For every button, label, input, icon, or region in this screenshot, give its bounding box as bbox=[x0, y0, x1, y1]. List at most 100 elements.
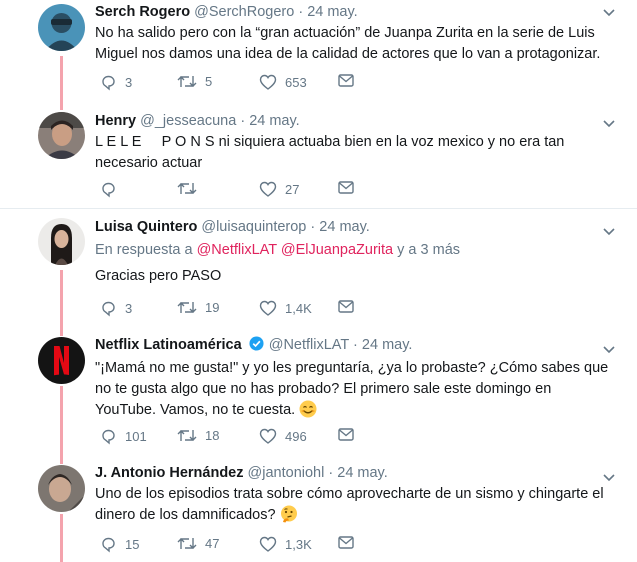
like-count: 27 bbox=[285, 181, 300, 197]
direct-message-button[interactable] bbox=[338, 536, 354, 549]
avatar[interactable] bbox=[38, 4, 85, 51]
like-button[interactable]: 653 bbox=[259, 74, 307, 90]
tweet-luisa-quintero[interactable]: Luisa Quintero @luisaquinterop · 24 may.… bbox=[0, 210, 637, 328]
direct-message-button[interactable] bbox=[338, 428, 354, 441]
reply-button[interactable]: 3 bbox=[100, 300, 132, 317]
dm-icon bbox=[338, 428, 354, 441]
tweet-netflix-latinoamerica[interactable]: Netflix Latinoamérica @NetflixLAT · 24 m… bbox=[0, 328, 637, 456]
retweet-icon bbox=[177, 300, 197, 315]
retweet-button[interactable]: 19 bbox=[177, 300, 219, 315]
like-icon bbox=[259, 181, 277, 197]
direct-message-button[interactable] bbox=[338, 300, 354, 313]
thread-line bbox=[60, 328, 63, 336]
thread-line bbox=[60, 514, 63, 562]
dm-icon bbox=[338, 536, 354, 549]
author-handle[interactable]: @jantoniohl bbox=[248, 465, 325, 481]
reply-count: 3 bbox=[125, 75, 133, 90]
reply-others[interactable]: y a 3 más bbox=[397, 242, 460, 258]
thread-line bbox=[60, 56, 63, 106]
reply-mention-link[interactable]: @ElJuanpaZurita bbox=[281, 242, 393, 258]
caret-down-icon[interactable] bbox=[603, 223, 615, 241]
caret-down-icon[interactable] bbox=[603, 4, 615, 22]
like-button[interactable]: 27 bbox=[259, 181, 299, 197]
retweet-button[interactable]: 18 bbox=[177, 428, 219, 443]
smiling-emoji bbox=[299, 400, 317, 425]
netflix-logo-avatar[interactable] bbox=[38, 337, 85, 384]
tweet-j-antonio-hernandez[interactable]: J. Antonio Hernández @jantoniohl · 24 ma… bbox=[0, 456, 637, 562]
author-name[interactable]: Henry bbox=[95, 113, 136, 129]
thread-line bbox=[60, 270, 63, 328]
separator-dot: · bbox=[310, 219, 316, 235]
like-count: 496 bbox=[285, 428, 307, 444]
retweet-button[interactable]: 47 bbox=[177, 536, 219, 551]
tweet-text: L E L E P O N S ni siquiera actuaba bien… bbox=[95, 134, 569, 171]
dm-icon bbox=[338, 300, 354, 313]
tweet-timestamp[interactable]: 24 may. bbox=[362, 337, 413, 353]
author-handle[interactable]: @NetflixLAT bbox=[269, 337, 349, 353]
caret-down-icon[interactable] bbox=[603, 469, 615, 487]
tweet-text: Uno de los episodios trata sobre cómo ap… bbox=[95, 484, 615, 530]
retweet-icon bbox=[177, 536, 197, 551]
author-handle[interactable]: @luisaquinterop bbox=[201, 219, 306, 235]
retweet-count: 18 bbox=[205, 428, 220, 443]
direct-message-button[interactable] bbox=[338, 181, 354, 194]
like-icon bbox=[259, 536, 277, 552]
retweet-count: 47 bbox=[205, 536, 220, 551]
caret-down-icon[interactable] bbox=[603, 115, 615, 133]
tweet-timestamp[interactable]: 24 may. bbox=[249, 113, 300, 129]
like-icon bbox=[259, 300, 277, 316]
like-count: 1,3K bbox=[285, 536, 312, 552]
reply-count: 3 bbox=[125, 301, 133, 316]
reply-icon bbox=[100, 181, 117, 198]
separator-dot: · bbox=[240, 113, 246, 129]
author-handle[interactable]: @_jesseacuna bbox=[140, 113, 236, 129]
tweet-text-content: "¡Mamá no me gusta!" y yo les preguntarí… bbox=[95, 360, 609, 418]
separator-dot: · bbox=[298, 4, 304, 20]
avatar[interactable] bbox=[38, 112, 85, 159]
like-icon bbox=[259, 428, 277, 444]
retweet-count: 19 bbox=[205, 300, 220, 315]
reply-button[interactable] bbox=[100, 181, 117, 198]
tweet-text: No ha salido pero con la “gran actuación… bbox=[95, 25, 601, 62]
retweet-count: 5 bbox=[205, 74, 213, 89]
reply-icon bbox=[100, 300, 117, 317]
thread-line bbox=[60, 106, 63, 110]
reply-mention-link[interactable]: @NetflixLAT bbox=[197, 242, 277, 258]
thread-line bbox=[60, 386, 63, 456]
tweet-timestamp[interactable]: 24 may. bbox=[307, 4, 358, 20]
reply-icon bbox=[100, 74, 117, 91]
like-count: 653 bbox=[285, 74, 307, 90]
thread-line bbox=[60, 456, 63, 464]
tweet-timestamp[interactable]: 24 may. bbox=[319, 219, 370, 235]
like-icon bbox=[259, 74, 277, 90]
reply-count: 15 bbox=[125, 537, 140, 552]
retweet-button[interactable] bbox=[177, 181, 197, 196]
retweet-button[interactable]: 5 bbox=[177, 74, 212, 89]
author-name[interactable]: Serch Rogero bbox=[95, 4, 190, 20]
retweet-icon bbox=[177, 428, 197, 443]
direct-message-button[interactable] bbox=[338, 74, 354, 87]
tweet-timestamp[interactable]: 24 may. bbox=[337, 465, 388, 481]
author-name[interactable]: Netflix Latinoamérica bbox=[95, 337, 242, 353]
like-button[interactable]: 496 bbox=[259, 428, 307, 444]
thread-separator bbox=[0, 208, 637, 209]
tweet-henry[interactable]: Henry @_jesseacuna · 24 may. L E L E P O… bbox=[0, 106, 637, 206]
avatar[interactable] bbox=[38, 465, 85, 512]
avatar[interactable] bbox=[38, 218, 85, 265]
reply-context: En respuesta a @NetflixLAT @ElJuanpaZuri… bbox=[95, 240, 615, 260]
author-name[interactable]: Luisa Quintero bbox=[95, 219, 197, 235]
reply-button[interactable]: 15 bbox=[100, 536, 139, 553]
tweet-serch-rogero[interactable]: Serch Rogero @SerchRogero · 24 may. No h… bbox=[0, 0, 637, 106]
reply-button[interactable]: 3 bbox=[100, 74, 132, 91]
reply-button[interactable]: 101 bbox=[100, 428, 147, 445]
separator-dot: · bbox=[328, 465, 334, 481]
like-button[interactable]: 1,4K bbox=[259, 300, 312, 316]
thinking-emoji bbox=[280, 505, 298, 530]
author-name[interactable]: J. Antonio Hernández bbox=[95, 465, 244, 481]
like-button[interactable]: 1,3K bbox=[259, 536, 312, 552]
caret-down-icon[interactable] bbox=[603, 341, 615, 359]
author-handle[interactable]: @SerchRogero bbox=[194, 4, 294, 20]
reply-prefix: En respuesta a bbox=[95, 242, 193, 258]
verified-icon bbox=[249, 336, 264, 356]
reply-count: 101 bbox=[125, 429, 147, 444]
